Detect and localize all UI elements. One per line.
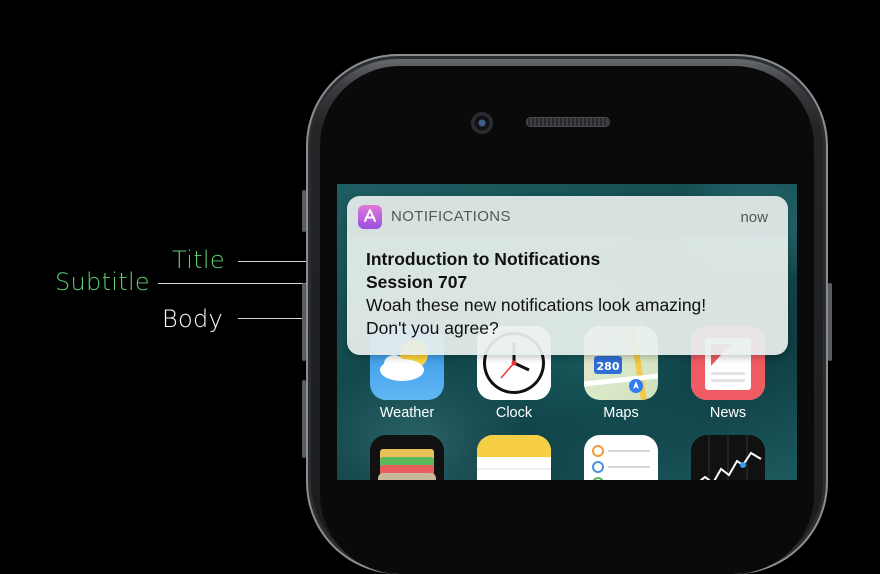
notification-body-line-1: Woah these new notifications look amazin… [366, 295, 707, 315]
notification-body-line-2: Don't you agree? [366, 318, 499, 338]
notification-time: now [740, 209, 768, 226]
notification-banner[interactable]: NOTIFICATIONS now Introduction to Notifi… [347, 196, 788, 355]
app-wallet[interactable] [370, 435, 444, 480]
notification-header: NOTIFICATIONS now [347, 196, 788, 238]
maps-highway-shield: 280 [597, 360, 620, 373]
app-notes[interactable] [477, 435, 551, 480]
app-store-icon [358, 205, 382, 229]
callout-body-label: Body [162, 305, 224, 333]
notification-title: Introduction to Notifications [366, 249, 601, 269]
stocks-icon [691, 435, 765, 480]
reminders-icon [584, 435, 658, 480]
app-label-clock: Clock [495, 405, 533, 421]
callout-title-label: Title [172, 246, 225, 274]
phone-power-button [828, 283, 832, 361]
app-label-weather: Weather [379, 405, 435, 421]
notes-icon [477, 435, 551, 480]
app-reminders[interactable] [584, 435, 658, 480]
app-stocks[interactable] [691, 435, 765, 480]
wallet-icon [370, 435, 444, 480]
notification-subtitle: Session 707 [366, 272, 468, 292]
front-camera [471, 112, 493, 134]
notification-app-name: NOTIFICATIONS [391, 208, 511, 225]
app-label-news: News [709, 405, 747, 421]
callout-subtitle-label: Subtitle [55, 268, 151, 296]
earpiece-speaker [526, 117, 610, 127]
app-label-maps: Maps [603, 405, 639, 421]
notification-content: Introduction to Notifications Session 70… [366, 248, 776, 340]
